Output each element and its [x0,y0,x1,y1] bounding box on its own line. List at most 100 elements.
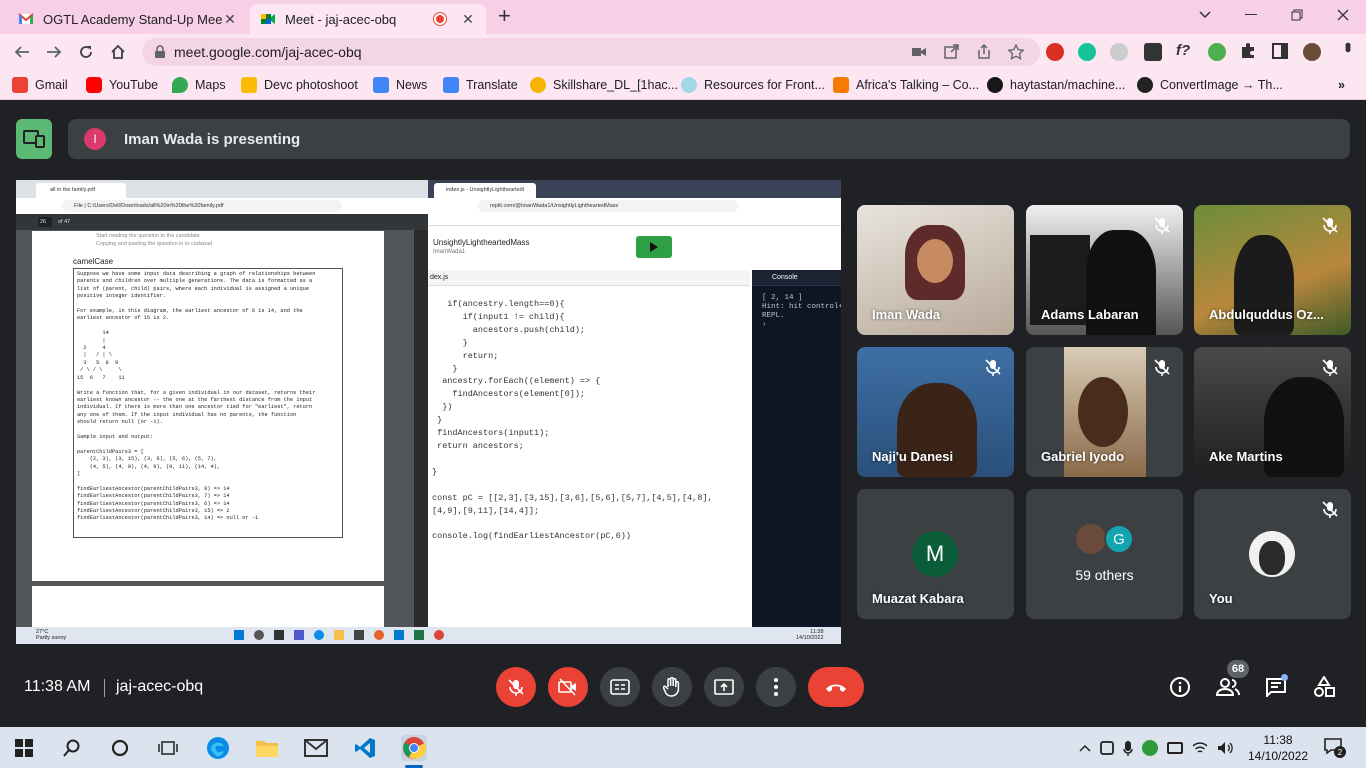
wifi-icon[interactable] [1192,741,1208,755]
participant-tile[interactable]: Naji'u Danesi [857,347,1014,477]
chat-button[interactable] [1261,672,1291,702]
close-icon[interactable]: ✕ [222,11,238,27]
run-button[interactable] [636,236,672,258]
bookmark-label: Maps [195,78,226,92]
window-close-button[interactable] [1320,0,1366,30]
participant-tile[interactable]: Gabriel Iyodo [1026,347,1183,477]
bookmark-github[interactable]: haytastan/machine... [987,76,1125,94]
bookmark-star-icon[interactable] [1008,44,1024,60]
edge-icon[interactable] [205,735,231,761]
participant-tile[interactable]: Abdulquddus Oz... [1194,205,1351,335]
side-panel-icon[interactable] [1272,43,1288,59]
grammarly-icon[interactable] [1078,43,1096,61]
extensions-puzzle-icon[interactable] [1240,43,1256,59]
participant-tile[interactable]: M Muazat Kabara [857,489,1014,619]
back-button[interactable] [8,38,36,66]
teams-icon [294,630,304,640]
camera-toggle-button[interactable] [548,667,588,707]
color-picker-icon[interactable] [1144,43,1162,61]
meeting-details-button[interactable] [1165,672,1195,702]
more-options-button[interactable] [756,667,796,707]
captions-button[interactable] [600,667,640,707]
present-now-button[interactable] [704,667,744,707]
omnibox[interactable]: meet.google.com/jaj-acec-obq [142,38,1040,66]
africas-talking-icon [833,77,849,93]
self-avatar [1249,531,1295,577]
new-tab-button[interactable]: + [498,5,520,28]
bookmark-news[interactable]: News [373,76,427,94]
bookmark-youtube[interactable]: YouTube [86,76,158,94]
bookmark-convertimage[interactable]: ConvertImage → Th... [1137,76,1283,94]
pdf-page: Start reading the question to the candid… [32,231,384,581]
leave-call-button[interactable] [808,667,864,707]
function-icon[interactable]: f? [1176,42,1190,59]
tab-search-icon[interactable] [1182,0,1228,30]
pdf-page-input[interactable]: 26 [38,217,52,227]
bookmark-gmail[interactable]: Gmail [12,76,68,94]
mic-toggle-button[interactable] [496,667,536,707]
bookmark-skillshare[interactable]: Skillshare_DL_[1hac... [530,76,678,94]
adblock-icon[interactable] [1046,43,1064,61]
tab-meet[interactable]: Meet - jaj-acec-obq ✕ [250,4,486,34]
tab-title: OGTL Academy Stand-Up Meetin [43,11,222,27]
share-icon[interactable] [976,44,992,59]
chevron-up-icon[interactable] [1079,744,1091,752]
bookmark-label: haytastan/machine... [1010,78,1126,92]
cortana-icon[interactable] [107,735,133,761]
close-icon[interactable]: ✕ [460,11,476,27]
participant-tile[interactable]: Ake Martins [1194,347,1351,477]
meet-tray-icon[interactable] [1100,741,1114,755]
participant-tile[interactable]: Iman Wada [857,205,1014,335]
presentation-toggle-button[interactable] [16,119,52,159]
raise-hand-button[interactable] [652,667,692,707]
captions-icon [610,679,630,695]
security-icon[interactable] [1142,740,1158,756]
people-button[interactable]: 68 [1213,660,1249,702]
taskbar-clock[interactable]: 11:38 14/10/2022 [1248,732,1308,764]
code-editor[interactable]: if(ancestry.length==0){ if(input1 != chi… [432,298,713,543]
muted-mic-icon [1154,359,1170,376]
address-bar-row: meet.google.com/jaj-acec-obq f? ••• [0,34,1366,70]
menu-icon[interactable]: ••• [1338,42,1358,49]
participant-name: Muazat Kabara [872,591,964,606]
home-button[interactable] [104,38,132,66]
camera-icon[interactable] [912,46,926,58]
restore-button[interactable] [1274,0,1320,30]
mail-icon[interactable] [303,735,329,761]
editor-file-tab[interactable]: dex.js [430,274,448,281]
globe-icon[interactable] [1208,43,1226,61]
notification-icon[interactable]: 2 [1324,738,1346,758]
activities-button[interactable] [1309,672,1339,702]
file-explorer-icon[interactable] [254,735,280,761]
bookmark-translate[interactable]: Translate [443,76,518,94]
vscode-icon [394,630,404,640]
tab-ogtl[interactable]: OGTL Academy Stand-Up Meetin ✕ [8,4,248,34]
battery-icon[interactable] [1167,742,1183,754]
task-view-icon[interactable] [155,735,181,761]
windows-start-icon[interactable] [11,735,37,761]
participant-tile[interactable]: Adams Labaran [1026,205,1183,335]
bookmark-maps[interactable]: Maps [172,76,226,94]
people-count-badge: 68 [1227,660,1249,678]
bookmark-devc[interactable]: Devc photoshoot [241,76,358,94]
minimize-button[interactable] [1228,0,1274,30]
vscode-icon[interactable] [352,735,378,761]
others-tile[interactable]: G 59 others [1026,489,1183,619]
search-icon[interactable] [59,735,85,761]
extension-icon[interactable] [1110,43,1128,61]
taskbar-date: 14/10/2022 [1248,749,1309,763]
self-tile[interactable]: You [1194,489,1351,619]
bookmark-africas-talking[interactable]: Africa's Talking – Co... [833,76,979,94]
pdf-line: Copying and pasting the question in to c… [96,241,213,247]
profile-avatar[interactable] [1303,43,1321,61]
open-in-window-icon[interactable] [944,44,959,59]
more-bookmarks-icon[interactable]: » [1338,76,1345,94]
chrome-icon[interactable] [401,735,427,761]
bookmark-resources[interactable]: Resources for Front... [681,76,825,94]
console-tab[interactable]: Console [772,274,798,281]
more-vert-icon [774,678,778,696]
microphone-icon[interactable] [1123,740,1133,756]
reload-button[interactable] [72,38,100,66]
volume-icon[interactable] [1217,741,1233,755]
forward-button[interactable] [40,38,68,66]
